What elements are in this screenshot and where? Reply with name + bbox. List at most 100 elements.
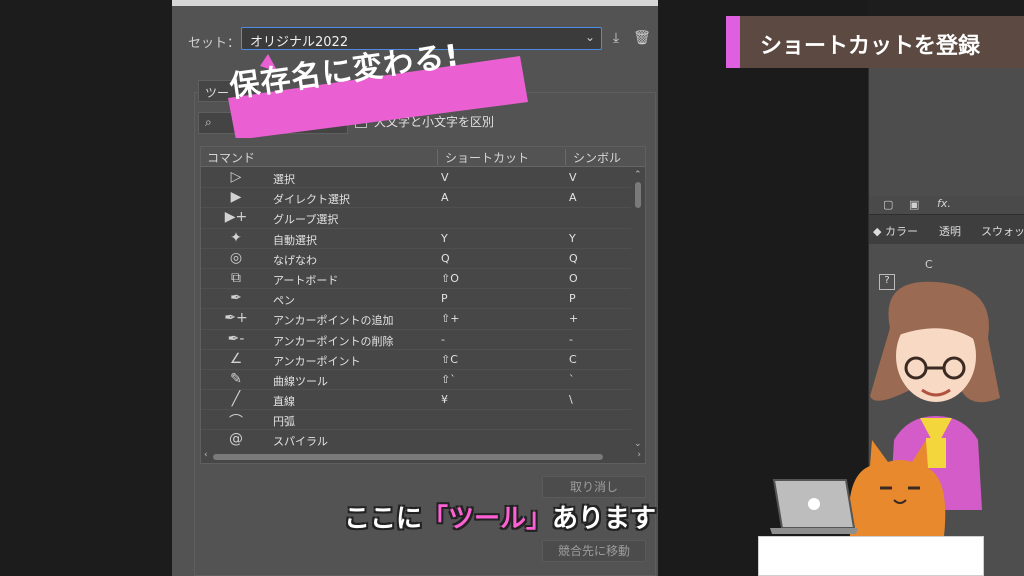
- shortcut-value[interactable]: P: [441, 292, 448, 305]
- shortcut-value[interactable]: ⇧C: [441, 353, 458, 366]
- screen: セット： オリジナル2022 ⌄ ⤓ 🗑 ツー ⌕ 大文字と小文字を区別 コマン…: [0, 0, 1024, 576]
- caption-part: ここに: [344, 504, 423, 534]
- table-row[interactable]: ✒+ アンカーポイントの追加 ⇧+ +: [201, 309, 631, 330]
- table-row[interactable]: ∠ アンカーポイント ⇧C C: [201, 350, 631, 370]
- layers-panel-area: [869, 68, 1024, 196]
- command-name: なげなわ: [273, 253, 317, 267]
- delete-anchor-point-tool-icon: ✒-: [227, 330, 245, 347]
- symbol-value[interactable]: O: [569, 272, 578, 285]
- caption-part: あります: [552, 504, 657, 534]
- command-name: アンカーポイントの削除: [273, 334, 394, 348]
- scroll-down-icon[interactable]: ⌄: [634, 439, 642, 449]
- banner-accent: [726, 16, 740, 68]
- scroll-up-icon[interactable]: ⌃: [634, 170, 642, 180]
- symbol-value[interactable]: P: [569, 292, 576, 305]
- scroll-left-icon[interactable]: ‹: [204, 450, 208, 460]
- table-body: ▷ 選択 V V ▶ ダイレクト選択 A A ▶+ グループ選択 ✦ 自動選択 Y Y ◎ なげなわ Q Q ⧉ アー…: [201, 168, 631, 451]
- symbol-value[interactable]: Y: [569, 232, 576, 245]
- command-name: アンカーポイントの追加: [273, 314, 394, 328]
- fx-icon[interactable]: fx.: [937, 197, 951, 210]
- table-row[interactable]: ▷ 選択 V V: [201, 168, 631, 189]
- command-name: 自動選択: [273, 233, 317, 247]
- desk-illustration: [758, 536, 984, 576]
- pen-tool-icon: ✒: [230, 290, 242, 307]
- shortcut-value[interactable]: ⇧`: [441, 373, 456, 386]
- chevron-down-icon: ⌄: [584, 30, 595, 44]
- column-divider: [565, 149, 566, 165]
- title-banner: ショートカットを登録: [726, 16, 1024, 68]
- channel-label: C: [925, 258, 933, 271]
- symbol-value[interactable]: -: [569, 333, 573, 346]
- shortcut-value[interactable]: Y: [441, 232, 448, 245]
- shortcut-value[interactable]: ⇧O: [441, 272, 459, 285]
- lasso-tool-icon: ◎: [229, 249, 243, 266]
- scroll-thumb[interactable]: [635, 182, 641, 208]
- anchor-point-tool-icon: ∠: [229, 350, 243, 367]
- symbol-value[interactable]: `: [569, 373, 575, 386]
- save-set-icon[interactable]: ⤓: [606, 30, 626, 50]
- shortcut-table: コマンド ショートカット シンボル ▷ 選択 V V ▶ ダイレクト選択 A A ▶+ グループ選…: [200, 146, 646, 464]
- symbol-value[interactable]: A: [569, 191, 577, 204]
- table-row[interactable]: ⌒ 円弧: [201, 410, 631, 431]
- table-row[interactable]: ╱ 直線 ¥ \: [201, 390, 631, 411]
- column-header-symbol[interactable]: シンボル: [573, 149, 621, 166]
- command-name: グループ選択: [273, 213, 339, 227]
- table-row[interactable]: ✒ ペン P P: [201, 289, 631, 310]
- table-row[interactable]: ✦ 自動選択 Y Y: [201, 229, 631, 249]
- table-row[interactable]: ✒- アンカーポイントの削除 - -: [201, 330, 631, 350]
- column-divider: [437, 149, 438, 165]
- symbol-value[interactable]: V: [569, 171, 577, 184]
- banner-title: ショートカットを登録: [760, 34, 981, 59]
- command-name: 円弧: [273, 415, 295, 429]
- magic-wand-tool-icon: ✦: [230, 229, 242, 246]
- panel-toolbar: ▢ ▣ fx.: [869, 196, 1024, 214]
- symbol-value[interactable]: C: [569, 353, 577, 366]
- left-dark-area: [0, 0, 172, 576]
- table-row[interactable]: ✎ 曲線ツール ⇧` `: [201, 370, 631, 391]
- shortcut-value[interactable]: V: [441, 171, 449, 184]
- go-to-conflict-button[interactable]: 競合先に移動: [542, 540, 646, 562]
- undo-button[interactable]: 取り消し: [542, 476, 646, 498]
- shortcut-value[interactable]: Q: [441, 252, 450, 265]
- table-row[interactable]: ⧉ アートボード ⇧O O: [201, 269, 631, 290]
- panel-tabs: ◆ カラー 透明 スウォッ: [869, 214, 1024, 244]
- command-name: 曲線ツール: [273, 374, 328, 388]
- direct-selection-tool-icon: ▶: [230, 189, 242, 206]
- command-name: ダイレクト選択: [273, 193, 350, 207]
- tab-transparency[interactable]: 透明: [939, 223, 961, 239]
- command-name: 選択: [273, 173, 295, 186]
- tab-color[interactable]: ◆ カラー: [873, 223, 918, 239]
- table-header: コマンド ショートカット シンボル: [201, 147, 645, 167]
- shortcut-value[interactable]: ⇧+: [441, 312, 459, 325]
- arc-tool-icon: ⌒: [229, 414, 243, 431]
- command-name: アンカーポイント: [273, 354, 361, 368]
- command-name: スパイラル: [273, 435, 328, 449]
- table-row[interactable]: @ スパイラル: [201, 430, 631, 451]
- symbol-value[interactable]: \: [569, 393, 573, 406]
- vertical-scrollbar[interactable]: ⌃ ⌄: [631, 168, 645, 451]
- tab-swatches[interactable]: スウォッ: [981, 223, 1024, 239]
- column-header-shortcut[interactable]: ショートカット: [445, 149, 529, 166]
- symbol-value[interactable]: Q: [569, 252, 578, 265]
- square-icon[interactable]: ▣: [909, 198, 919, 211]
- shortcut-value[interactable]: A: [441, 191, 449, 204]
- shortcut-value[interactable]: ¥: [441, 393, 448, 406]
- artboard-tool-icon: ⧉: [231, 269, 241, 286]
- selection-tool-icon: ▷: [230, 169, 242, 185]
- dialog-title-bar: [172, 0, 658, 6]
- search-icon: ⌕: [205, 115, 212, 129]
- table-row[interactable]: ◎ なげなわ Q Q: [201, 249, 631, 269]
- scroll-thumb[interactable]: [213, 454, 603, 460]
- trash-icon[interactable]: 🗑: [632, 30, 652, 50]
- command-name: アートボード: [273, 273, 339, 287]
- column-header-command[interactable]: コマンド: [207, 149, 255, 166]
- square-icon[interactable]: ▢: [883, 198, 893, 211]
- scroll-right-icon[interactable]: ›: [637, 450, 641, 460]
- horizontal-scrollbar[interactable]: ‹ ›: [201, 450, 645, 463]
- table-row[interactable]: ▶ ダイレクト選択 A A: [201, 188, 631, 209]
- group-selection-tool-icon: ▶+: [224, 209, 248, 226]
- table-row[interactable]: ▶+ グループ選択: [201, 208, 631, 229]
- shortcut-value[interactable]: -: [441, 333, 445, 346]
- add-anchor-point-tool-icon: ✒+: [224, 310, 248, 327]
- symbol-value[interactable]: +: [569, 312, 578, 325]
